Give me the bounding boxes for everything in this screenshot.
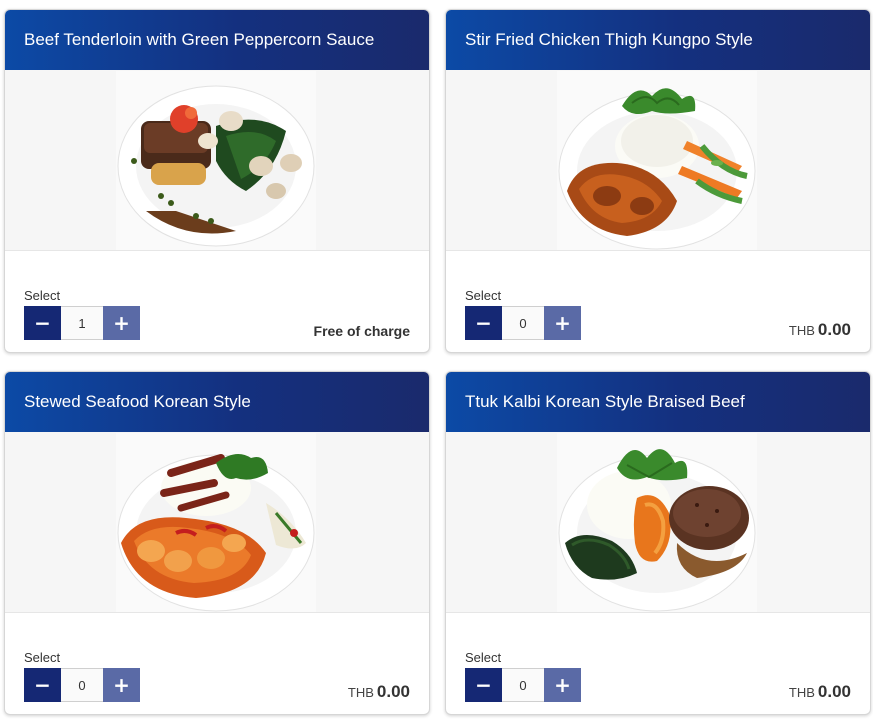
meal-card: Stewed Seafood Korean Style Select − 0 +… xyxy=(4,371,430,715)
minus-icon: − xyxy=(475,311,492,335)
decrease-quantity-button[interactable]: − xyxy=(24,306,61,340)
quantity-stepper: − + xyxy=(24,306,140,340)
quantity-stepper: − + xyxy=(24,668,140,702)
meal-title: Stir Fried Chicken Thigh Kungpo Style xyxy=(446,10,870,70)
quantity-stepper: − + xyxy=(465,306,581,340)
plus-icon: + xyxy=(113,311,130,335)
quantity-stepper: − + xyxy=(465,668,581,702)
increase-quantity-button[interactable]: + xyxy=(103,668,140,702)
increase-quantity-button[interactable]: + xyxy=(544,668,581,702)
meal-card: Stir Fried Chicken Thigh Kungpo Style Se… xyxy=(445,9,871,353)
meal-title: Ttuk Kalbi Korean Style Braised Beef xyxy=(446,372,870,432)
price-amount: 0.00 xyxy=(817,682,851,701)
price-amount: 0.00 xyxy=(817,320,851,339)
meal-photo xyxy=(116,433,316,612)
minus-icon: − xyxy=(34,673,51,697)
decrease-quantity-button[interactable]: − xyxy=(24,668,61,702)
increase-quantity-button[interactable]: + xyxy=(544,306,581,340)
price-text: THB 0.00 xyxy=(348,682,410,702)
meal-photo xyxy=(557,71,757,250)
currency: THB xyxy=(347,685,374,700)
quantity-input[interactable] xyxy=(502,668,544,702)
plus-icon: + xyxy=(554,673,571,697)
quantity-input[interactable] xyxy=(502,306,544,340)
meal-card: Ttuk Kalbi Korean Style Braised Beef Sel… xyxy=(445,371,871,715)
meal-card: Beef Tenderloin with Green Peppercorn Sa… xyxy=(4,9,430,353)
currency: THB xyxy=(788,685,815,700)
meal-title: Stewed Seafood Korean Style xyxy=(5,372,429,432)
decrease-quantity-button[interactable]: − xyxy=(465,306,502,340)
plus-icon: + xyxy=(554,311,571,335)
increase-quantity-button[interactable]: + xyxy=(103,306,140,340)
plus-icon: + xyxy=(113,673,130,697)
price-text: THB 0.00 xyxy=(789,682,851,702)
price-amount: 0.00 xyxy=(376,682,410,701)
price-text: Free of charge xyxy=(313,323,410,339)
select-label: Select xyxy=(24,288,61,303)
decrease-quantity-button[interactable]: − xyxy=(465,668,502,702)
select-label: Select xyxy=(24,650,61,665)
quantity-input[interactable] xyxy=(61,306,103,340)
minus-icon: − xyxy=(475,673,492,697)
meal-photo xyxy=(116,71,316,250)
meal-title: Beef Tenderloin with Green Peppercorn Sa… xyxy=(5,10,429,70)
currency: THB xyxy=(788,323,815,338)
meal-photo xyxy=(557,433,757,612)
quantity-input[interactable] xyxy=(61,668,103,702)
price-text: THB 0.00 xyxy=(789,320,851,340)
select-label: Select xyxy=(465,650,502,665)
minus-icon: − xyxy=(34,311,51,335)
select-label: Select xyxy=(465,288,502,303)
